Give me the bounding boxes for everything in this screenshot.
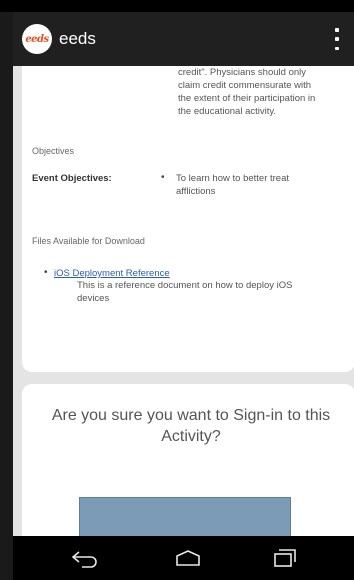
- app-title: eeds: [59, 29, 96, 48]
- back-icon[interactable]: [65, 544, 105, 572]
- signin-prompt: Are you sure you want to Sign-in to this…: [42, 405, 340, 447]
- file-description-line: This is a reference document on how to d…: [77, 280, 293, 291]
- content-area[interactable]: credit". Physicians should only claim cr…: [13, 66, 354, 536]
- objective-line: afflictions: [176, 185, 216, 197]
- objective-item: To learn how to better treat afflictions: [176, 173, 336, 198]
- signin-card: Are you sure you want to Sign-in to this…: [22, 384, 354, 536]
- credit-description-line: the educational activity.: [178, 106, 277, 117]
- file-description: This is a reference document on how to d…: [77, 280, 347, 305]
- app-logo-text: eeds: [25, 33, 49, 45]
- signin-prompt-line: Are you sure you want to Sign-in to this: [51, 407, 331, 424]
- app-logo-icon[interactable]: eeds: [22, 24, 52, 54]
- signin-prompt-line: Activity?: [161, 428, 221, 445]
- objective-line: To learn how to better treat: [176, 173, 290, 184]
- files-heading: Files Available for Download: [32, 236, 145, 246]
- credit-description-line: the extent of their participation in: [178, 93, 316, 104]
- activity-details-card: credit". Physicians should only claim cr…: [22, 66, 354, 372]
- status-bar-edge: [0, 0, 354, 12]
- sign-in-button[interactable]: Sign-In: [79, 497, 291, 536]
- event-objectives-label: Event Objectives:: [32, 173, 112, 184]
- recent-apps-icon[interactable]: [265, 544, 305, 572]
- objective-bullet: •: [161, 172, 165, 183]
- objectives-heading: Objectives: [32, 146, 75, 156]
- file-bullet: •: [44, 267, 48, 278]
- overflow-menu-icon[interactable]: [332, 28, 342, 50]
- credit-description-cut-line: credit". Physicians should only: [178, 67, 306, 78]
- home-icon[interactable]: [168, 544, 208, 572]
- system-navigation-bar: [13, 536, 354, 580]
- action-bar: eeds eeds: [13, 12, 354, 66]
- file-description-line: devices: [77, 292, 110, 304]
- credit-description-line: claim credit commensurate with: [178, 80, 312, 91]
- ios-deployment-reference-link[interactable]: iOS Deployment Reference: [54, 268, 170, 279]
